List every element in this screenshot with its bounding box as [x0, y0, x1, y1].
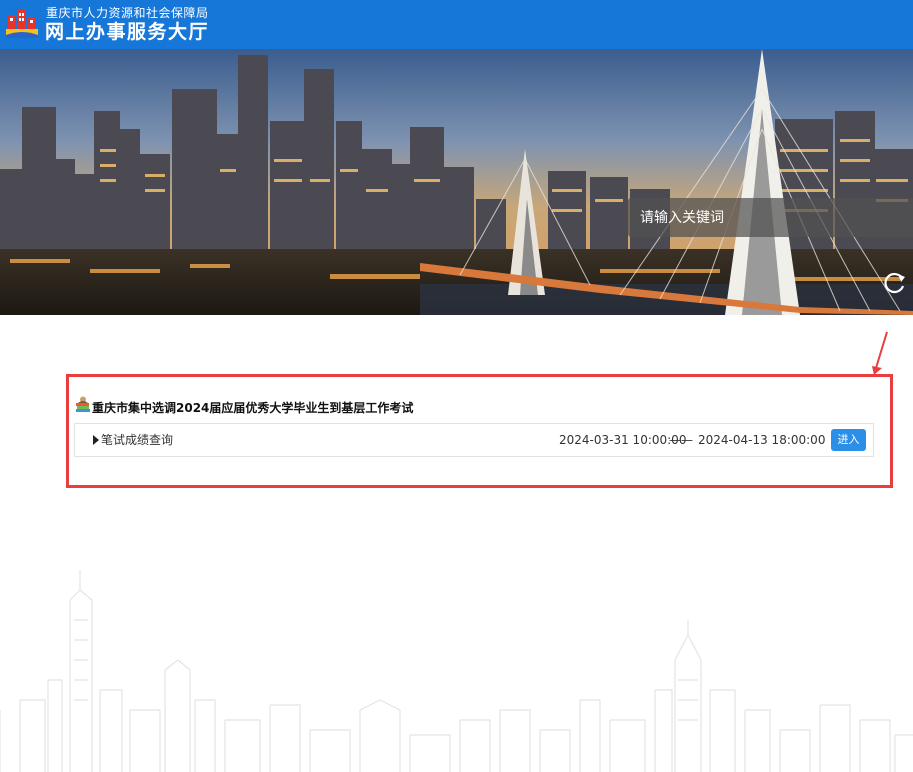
- city-banner: [0, 49, 913, 315]
- search-box[interactable]: [628, 198, 913, 237]
- row-label: 笔试成绩查询: [101, 433, 174, 447]
- refresh-icon[interactable]: [882, 269, 908, 295]
- exam-title: 重庆市集中选调2024届应届优秀大学毕业生到基层工作考试: [92, 401, 414, 415]
- enter-button[interactable]: 进入: [831, 429, 866, 451]
- hall-name: 网上办事服务大厅: [45, 21, 210, 43]
- row-time-separator: ——: [669, 433, 693, 447]
- exam-book-icon: [76, 396, 90, 412]
- row-end-time: 2024-04-13 18:00:00: [698, 433, 826, 447]
- decorative-skyline: [0, 570, 913, 772]
- triangle-right-icon: [93, 435, 99, 445]
- row-start-time: 2024-03-31 10:00:00: [559, 433, 687, 447]
- search-input[interactable]: [628, 198, 913, 237]
- city-banner-image: [0, 49, 913, 315]
- arrow-annotation-icon: [872, 331, 888, 375]
- exam-row-score-query: 笔试成绩查询 2024-03-31 10:00:00 —— 2024-04-13…: [74, 423, 874, 457]
- top-header-bar: 重庆市人力资源和社会保障局 网上办事服务大厅: [0, 0, 913, 49]
- logo-icon: [6, 10, 38, 38]
- org-name: 重庆市人力资源和社会保障局: [46, 6, 209, 20]
